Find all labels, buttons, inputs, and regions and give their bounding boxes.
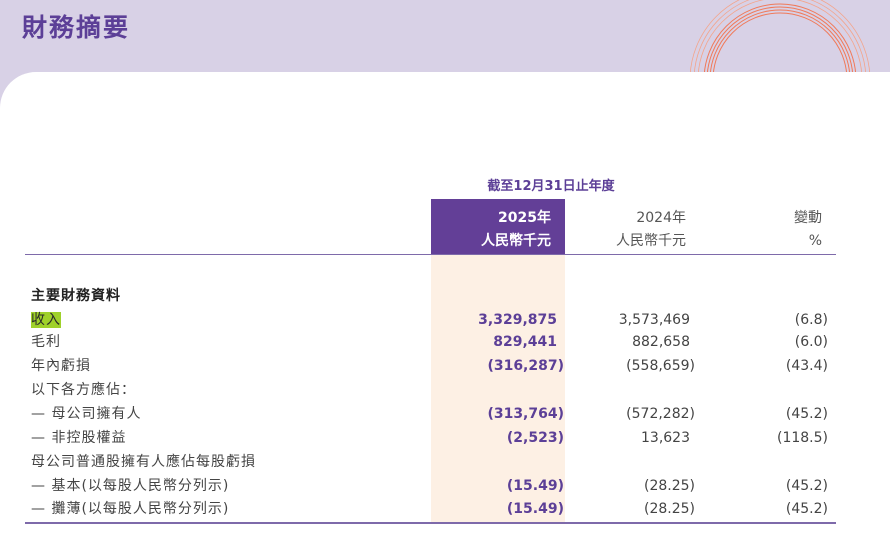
decorative-circle-lines-icon: [689, 0, 871, 75]
section-title: 主要財務資料: [31, 288, 121, 304]
table-cell-2025: (2,523): [506, 430, 564, 446]
header-unit-2025: 人民幣千元: [481, 233, 551, 249]
table-cell-change: (45.2): [785, 478, 828, 494]
table-row-label: 毛利: [31, 334, 61, 350]
table-cell-change: (45.2): [785, 406, 828, 422]
table-row-label: — 攤薄(以每股人民幣分列示): [31, 501, 230, 517]
table-cell-2024: 13,623: [641, 430, 690, 446]
table-row-label: 年內虧損: [31, 358, 91, 374]
period-header: 截至12月31日止年度: [487, 179, 615, 194]
table-row-label: — 基本(以每股人民幣分列示): [31, 478, 230, 494]
table-cell-change: (6.0): [794, 334, 828, 350]
header-year-2025: 2025年: [498, 210, 551, 226]
header-change-unit: %: [808, 233, 822, 249]
footer-rule: [25, 522, 836, 524]
table-cell-2024: 3,573,469: [618, 312, 690, 328]
table-cell-2025: 829,441: [493, 334, 557, 350]
table-row-label: — 非控股權益: [31, 430, 127, 446]
table-cell-2024: 882,658: [632, 334, 690, 350]
table-cell-2025: (316,287): [487, 358, 564, 374]
table-cell-2025: 3,329,875: [478, 312, 557, 328]
table-row-label: 母公司普通股擁有人應佔每股虧損: [31, 454, 256, 470]
table-cell-2024: (28.25): [643, 478, 695, 494]
table-cell-2025: (313,764): [487, 406, 564, 422]
table-cell-change: (118.5): [776, 430, 828, 446]
table-cell-change: (43.4): [785, 358, 828, 374]
table-cell-change: (6.8): [794, 312, 828, 328]
table-cell-2025: (15.49): [506, 478, 564, 494]
table-cell-2025: (15.49): [506, 501, 564, 517]
table-cell-2024: (28.25): [643, 501, 695, 517]
table-cell-2024: (558,659): [626, 358, 695, 374]
table-row-label: — 母公司擁有人: [31, 406, 142, 422]
header-change: 變動: [794, 210, 822, 226]
table-cell-2024: (572,282): [626, 406, 695, 422]
header-year-2024: 2024年: [636, 210, 686, 226]
highlighted-label: 收入: [31, 312, 61, 328]
page-title: 財務摘要: [22, 13, 131, 42]
table-row-label: 收入: [31, 311, 61, 329]
header-unit-2024: 人民幣千元: [616, 233, 686, 249]
table-row-label: 以下各方應佔：: [31, 382, 136, 398]
table-cell-change: (45.2): [785, 501, 828, 517]
header-rule: [25, 254, 836, 255]
